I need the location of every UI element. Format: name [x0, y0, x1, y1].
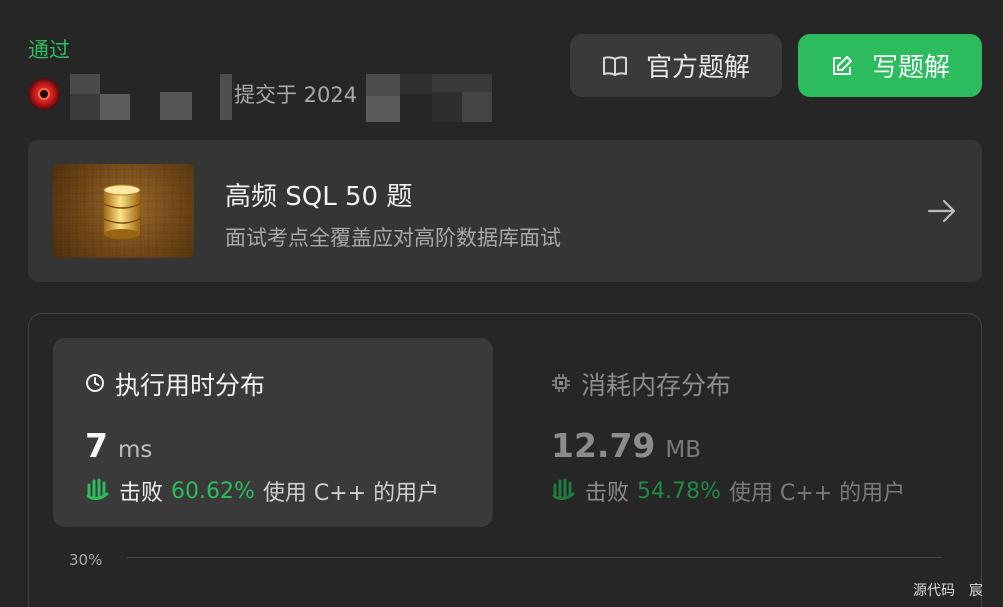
- footer-watermark: 源代码 宸: [913, 583, 983, 599]
- memory-number: 12.79: [551, 426, 656, 465]
- write-solution-button[interactable]: 写题解: [798, 34, 982, 97]
- clap-icon: [85, 476, 111, 506]
- chip-icon: [551, 370, 571, 399]
- chart-gridline: [127, 557, 942, 558]
- memory-value: 12.79 MB: [551, 426, 701, 465]
- study-plan-card[interactable]: 高频 SQL 50 题 面试考点全覆盖应对高阶数据库面试: [28, 140, 982, 282]
- chart-y-tick: 30%: [69, 551, 103, 569]
- runtime-number: 7: [85, 426, 108, 465]
- submission-status: 通过: [28, 38, 70, 62]
- write-solution-label: 写题解: [871, 53, 950, 83]
- memory-title: 消耗内存分布: [581, 371, 732, 400]
- book-icon: [602, 55, 628, 77]
- memory-beats-suffix: 使用 C++ 的用户: [728, 481, 906, 506]
- clock-icon: [85, 370, 105, 399]
- submitted-time: 提交于 2024: [234, 83, 358, 107]
- runtime-beats-percent: 60.62%: [171, 478, 255, 504]
- study-plan-title: 高频 SQL 50 题: [225, 182, 413, 212]
- official-solution-label: 官方题解: [645, 53, 750, 83]
- memory-beats-percent: 54.78%: [637, 478, 721, 504]
- memory-header: 消耗内存分布: [551, 366, 731, 402]
- runtime-title: 执行用时分布: [115, 371, 266, 400]
- arrow-right-icon[interactable]: [926, 196, 958, 230]
- runtime-beats-suffix: 使用 C++ 的用户: [262, 481, 440, 506]
- memory-card[interactable]: 消耗内存分布 12.79 MB 击败 54.78% 使用 C++ 的用户: [525, 338, 945, 527]
- study-plan-subtitle: 面试考点全覆盖应对高阶数据库面试: [225, 226, 561, 250]
- avatar[interactable]: [28, 78, 60, 110]
- runtime-value: 7 ms: [85, 426, 152, 465]
- submission-detail-page: 通过 提交于 2024 官方题解 写题解 高频 SQL 50 题 面试考点全覆盖…: [0, 0, 1003, 607]
- runtime-unit: ms: [117, 437, 153, 463]
- performance-panel: 执行用时分布 7 ms 击败 60.62% 使用 C++ 的用户 消耗内存分布 …: [28, 313, 982, 607]
- study-plan-thumbnail: [52, 164, 194, 258]
- memory-unit: MB: [665, 437, 702, 463]
- clap-icon: [551, 476, 577, 506]
- runtime-beats: 击败 60.62% 使用 C++ 的用户: [85, 475, 439, 507]
- runtime-header: 执行用时分布: [85, 366, 265, 402]
- memory-beats: 击败 54.78% 使用 C++ 的用户: [551, 475, 905, 507]
- official-solution-button[interactable]: 官方题解: [570, 34, 782, 97]
- database-icon: [103, 184, 141, 239]
- memory-beats-label: 击败: [585, 481, 630, 506]
- edit-icon: [830, 54, 854, 78]
- runtime-card[interactable]: 执行用时分布 7 ms 击败 60.62% 使用 C++ 的用户: [53, 338, 493, 527]
- runtime-beats-label: 击败: [119, 481, 164, 506]
